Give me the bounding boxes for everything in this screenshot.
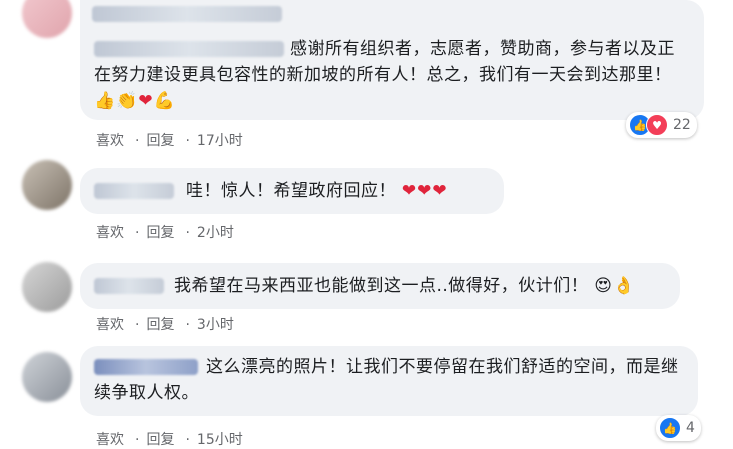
comment-timestamp[interactable]: 15小时 [197, 432, 243, 448]
comment-timestamp[interactable]: 3小时 [197, 317, 234, 333]
comment-timestamp[interactable]: 17小时 [197, 133, 243, 149]
commenter-avatar[interactable] [22, 0, 72, 38]
comment-emojis: 😍👌 [594, 276, 635, 296]
commenter-avatar[interactable] [22, 352, 72, 402]
comment-bubble: 哇！惊人！希望政府回应！ ❤❤❤ [80, 168, 504, 214]
comment-body: 哇！惊人！希望政府回应！ ❤❤❤ [94, 178, 448, 204]
commenter-name-redacted[interactable] [94, 41, 284, 57]
comment-bubble: 这么漂亮的照片！让我们不要停留在我们舒适的空间，而是继续争取人权。 [80, 346, 698, 416]
thumbs-up-emoji: 👍 [94, 91, 117, 111]
comment-actions: 喜欢 · 回复 · 15小时 [96, 432, 243, 448]
heart-emoji: ❤ [432, 181, 448, 201]
comment-body: 感谢所有组织者，志愿者，赞助商，参与者以及正在努力建设更具包容性的新加坡的所有人… [94, 36, 690, 114]
ok-hand-emoji: 👌 [612, 276, 636, 296]
reaction-count: 22 [673, 117, 691, 133]
reply-link[interactable]: 回复 [146, 133, 174, 149]
commenter-avatar[interactable] [22, 160, 72, 210]
comment-emojis: ❤❤❤ [402, 181, 448, 201]
comment-actions: 喜欢 · 回复 · 2小时 [96, 225, 234, 241]
comment-bubble: 感谢所有组织者，志愿者，赞助商，参与者以及正在努力建设更具包容性的新加坡的所有人… [80, 0, 704, 120]
heart-emoji: ❤ [417, 181, 433, 201]
comment-body: 这么漂亮的照片！让我们不要停留在我们舒适的空间，而是继续争取人权。 [94, 354, 684, 406]
reply-link[interactable]: 回复 [146, 432, 174, 448]
flexed-biceps-emoji: 💪 [153, 91, 176, 111]
love-icon: ♥ [646, 114, 668, 136]
like-link[interactable]: 喜欢 [96, 133, 124, 149]
comment-timestamp[interactable]: 2小时 [197, 225, 234, 241]
reaction-summary[interactable]: 👍 4 [656, 415, 701, 441]
comment-bubble: 我希望在马来西亚也能做到这一点..做得好，伙计们！ 😍👌 [80, 263, 680, 309]
reply-link[interactable]: 回复 [146, 225, 174, 241]
heart-emoji: ❤ [138, 91, 154, 111]
like-icon: 👍 [659, 417, 681, 439]
reaction-summary[interactable]: 👍 ♥ 22 [626, 112, 697, 138]
reply-link[interactable]: 回复 [146, 317, 174, 333]
comment-actions: 喜欢 · 回复 · 17小时 [96, 133, 243, 149]
comment-actions: 喜欢 · 回复 · 3小时 [96, 317, 234, 333]
comment-body: 我希望在马来西亚也能做到这一点..做得好，伙计们！ 😍👌 [94, 273, 635, 299]
like-link[interactable]: 喜欢 [96, 317, 124, 333]
like-link[interactable]: 喜欢 [96, 432, 124, 448]
commenter-name-redacted[interactable] [94, 183, 174, 199]
comment-emojis: 👍👏❤💪 [94, 91, 176, 111]
like-link[interactable]: 喜欢 [96, 225, 124, 241]
heart-eyes-emoji: 😍 [594, 276, 613, 296]
commenter-name-redacted[interactable] [92, 6, 282, 22]
heart-emoji: ❤ [401, 181, 418, 201]
clapping-emoji: 👏 [116, 91, 139, 111]
comment-text: 哇！惊人！希望政府回应！ [186, 181, 396, 201]
commenter-avatar[interactable] [22, 262, 72, 312]
reaction-count: 4 [686, 420, 695, 436]
commenter-name-redacted[interactable] [94, 359, 198, 375]
commenter-name-redacted[interactable] [94, 278, 164, 294]
comment-text: 我希望在马来西亚也能做到这一点..做得好，伙计们！ [174, 276, 589, 296]
